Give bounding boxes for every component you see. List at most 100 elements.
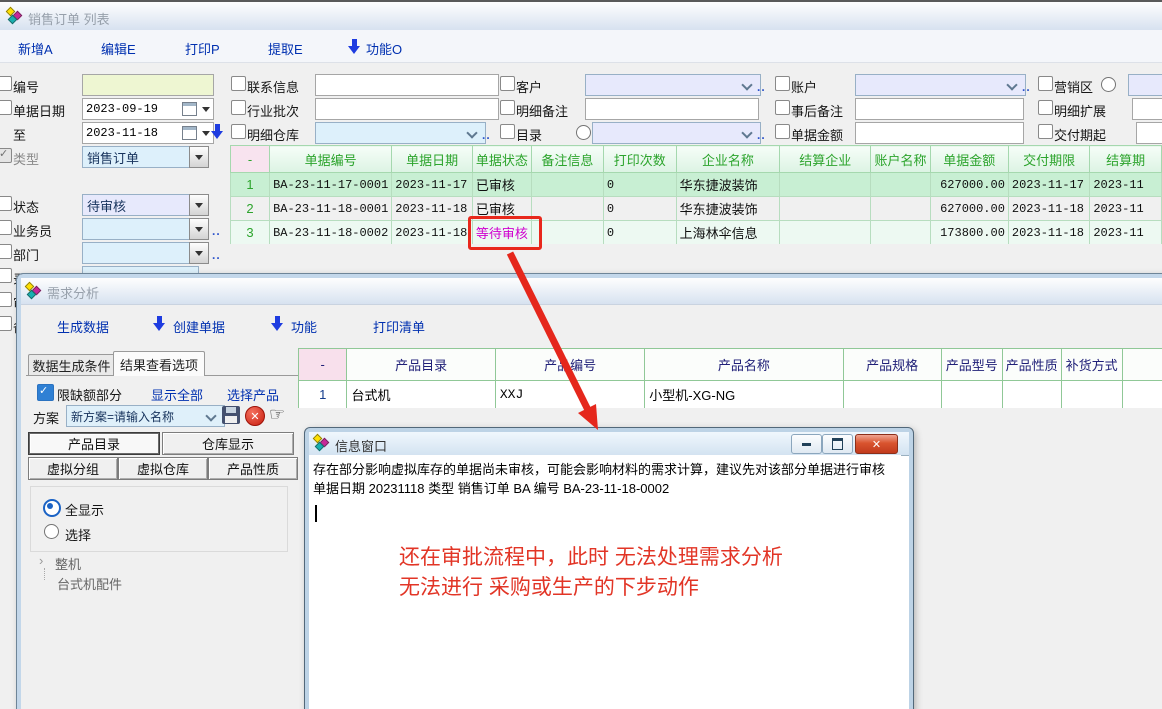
menu-function[interactable]: 功能	[291, 317, 317, 336]
tree-node-complete-machine[interactable]: 整机	[55, 554, 81, 573]
close-button[interactable]: ✕	[855, 434, 898, 454]
tab-result-options[interactable]: 结果查看选项	[113, 351, 205, 376]
menu-generate-data[interactable]: 生成数据	[57, 317, 109, 336]
warehouse-display-button[interactable]: 仓库显示	[162, 432, 294, 455]
header-cell[interactable]: 单据编号	[270, 146, 392, 173]
filter-checkbox-type[interactable]	[0, 148, 12, 163]
show-all-link[interactable]: 显示全部	[151, 385, 203, 404]
header-cell[interactable]: 产品编号	[495, 349, 644, 381]
filter-checkbox-doc-amount[interactable]	[775, 124, 790, 139]
docdate-to-input[interactable]: 2023-11-18	[82, 122, 214, 144]
tab-data-conditions[interactable]: 数据生成条件	[28, 354, 115, 376]
header-cell[interactable]: 账户名称	[871, 146, 930, 173]
after-note-input[interactable]	[855, 98, 1024, 120]
catalog-combo[interactable]	[592, 122, 761, 144]
table-row[interactable]: 3 BA-23-11-18-0002 2023-11-18 等待审核 0 上海林…	[231, 221, 1162, 245]
filter-checkbox-number[interactable]	[0, 76, 12, 91]
catalog-more-link[interactable]: ..	[757, 128, 766, 142]
menu-print[interactable]: 打印P	[185, 39, 220, 58]
info-message-area[interactable]: 存在部分影响虚拟库存的单据尚未审核，可能会影响材料的需求计算，建议先对该部分单据…	[309, 455, 901, 709]
detail-warehouse-combo[interactable]	[315, 122, 486, 144]
sales-window-titlebar[interactable]: 销售订单 列表	[0, 2, 1162, 31]
calendar-icon[interactable]	[182, 126, 197, 140]
customer-combo[interactable]	[585, 74, 761, 96]
filter-checkbox-sales-region[interactable]	[1038, 76, 1053, 91]
detail-warehouse-more-link[interactable]: ..	[482, 128, 491, 142]
menu-edit[interactable]: 编辑E	[101, 39, 136, 58]
department-combo-button[interactable]	[189, 242, 209, 264]
header-cell[interactable]: 打印次数	[603, 146, 676, 173]
header-cell[interactable]: 产品目录	[347, 349, 495, 381]
type-combo[interactable]: 销售订单	[82, 146, 199, 168]
salesman-more-link[interactable]: ..	[212, 224, 221, 238]
product-nature-button[interactable]: 产品性质	[208, 457, 298, 480]
header-cell[interactable]: -	[231, 146, 270, 173]
account-combo[interactable]	[855, 74, 1026, 96]
filter-checkbox-detail-note[interactable]	[500, 100, 515, 115]
info-window-titlebar[interactable]: 信息窗口 ✕	[309, 432, 909, 456]
filter-checkbox-delivery-from[interactable]	[1038, 124, 1053, 139]
product-row[interactable]: 1 台式机 XXJ 小型机-XG-NG	[299, 381, 1162, 409]
date-dropdown-icon[interactable]	[202, 131, 210, 136]
menu-add[interactable]: 新增A	[18, 39, 53, 58]
menu-create-doc[interactable]: 创建单据	[173, 317, 225, 336]
menu-function[interactable]: 功能O	[366, 39, 402, 58]
tree-node-desktop-parts[interactable]: 台式机配件	[57, 574, 122, 593]
header-cell[interactable]: -	[299, 349, 347, 381]
type-combo-button[interactable]	[189, 146, 209, 168]
detail-note-input[interactable]	[585, 98, 759, 120]
customer-more-link[interactable]: ..	[757, 80, 766, 94]
shortage-only-checkbox[interactable]	[37, 384, 54, 401]
batch-input[interactable]	[315, 98, 499, 120]
pointer-hand-icon[interactable]: ☞	[269, 406, 285, 424]
filter-checkbox-entry-clerk[interactable]	[0, 268, 12, 283]
filter-checkbox-docdate[interactable]	[0, 100, 12, 115]
contact-input[interactable]	[315, 74, 499, 96]
header-cell[interactable]	[1122, 349, 1162, 381]
header-cell[interactable]: 补货方式	[1061, 349, 1122, 381]
sales-region-combo[interactable]	[1128, 74, 1162, 96]
filter-checkbox-status[interactable]	[0, 196, 12, 211]
date-dropdown-icon[interactable]	[202, 107, 210, 112]
scheme-combo[interactable]: 新方案=请输入名称	[66, 405, 225, 427]
header-cell[interactable]: 产品规格	[843, 349, 941, 381]
demand-window-titlebar[interactable]: 需求分析	[21, 278, 1162, 305]
product-catalog-button[interactable]: 产品目录	[28, 432, 160, 455]
department-combo[interactable]	[82, 242, 199, 264]
header-cell[interactable]: 交付期限	[1008, 146, 1089, 173]
department-more-link[interactable]: ..	[212, 248, 221, 262]
delivery-from-input[interactable]	[1136, 122, 1162, 144]
virtual-warehouse-button[interactable]: 虚拟仓库	[118, 457, 208, 480]
filter-checkbox-contact[interactable]	[231, 76, 246, 91]
salesman-combo[interactable]	[82, 218, 199, 240]
header-cell[interactable]: 产品性质	[1002, 349, 1061, 381]
filter-checkbox-detail-warehouse[interactable]	[231, 124, 246, 139]
maximize-button[interactable]	[822, 434, 853, 454]
filter-checkbox-catalog[interactable]	[500, 124, 515, 139]
filter-checkbox-detail-expand[interactable]	[1038, 100, 1053, 115]
salesman-combo-button[interactable]	[189, 218, 209, 240]
header-cell[interactable]: 备注信息	[531, 146, 603, 173]
menu-extract[interactable]: 提取E	[268, 39, 303, 58]
filter-checkbox-department[interactable]	[0, 244, 12, 259]
filter-checkbox-after-note[interactable]	[775, 100, 790, 115]
table-row[interactable]: 2 BA-23-11-18-0001 2023-11-18 已审核 0 华东捷波…	[231, 197, 1162, 221]
header-cell[interactable]: 单据日期	[392, 146, 473, 173]
status-combo[interactable]: 待审核	[82, 194, 199, 216]
filter-checkbox-batch[interactable]	[231, 100, 246, 115]
select-radio[interactable]	[44, 524, 59, 539]
header-cell[interactable]: 产品型号	[941, 349, 1002, 381]
show-all-radio[interactable]	[43, 499, 61, 517]
table-row[interactable]: 1 BA-23-11-17-0001 2023-11-17 已审核 0 华东捷波…	[231, 173, 1162, 197]
docdate-from-input[interactable]: 2023-09-19	[82, 98, 214, 120]
filter-checkbox-remark[interactable]	[0, 316, 12, 331]
tree-expand-icon[interactable]: ›	[39, 553, 43, 568]
filter-checkbox-salesman[interactable]	[0, 220, 12, 235]
sales-region-radio[interactable]	[1101, 77, 1116, 92]
status-combo-button[interactable]	[189, 194, 209, 216]
virtual-group-button[interactable]: 虚拟分组	[28, 457, 118, 480]
header-cell[interactable]: 结算期	[1090, 146, 1162, 173]
header-cell[interactable]: 单据金额	[930, 146, 1008, 173]
calendar-icon[interactable]	[182, 102, 197, 116]
filter-checkbox-auditor[interactable]	[0, 292, 12, 307]
